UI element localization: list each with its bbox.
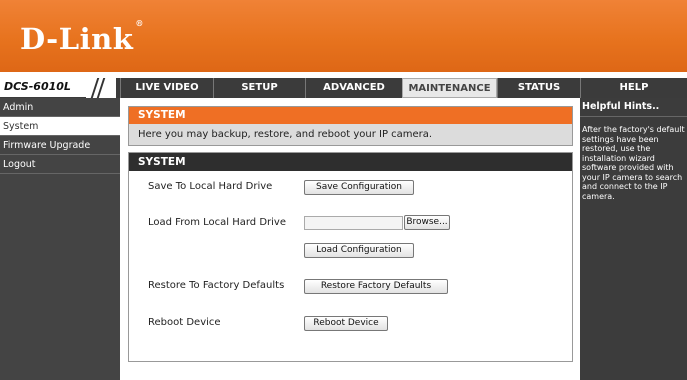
- save-configuration-button[interactable]: Save Configuration: [304, 180, 414, 195]
- tab-advanced[interactable]: ADVANCED: [305, 78, 402, 98]
- load-configuration-button[interactable]: Load Configuration: [304, 243, 414, 258]
- sidebar-item-firmware-upgrade[interactable]: Firmware Upgrade: [0, 136, 120, 155]
- reboot-label: Reboot Device: [148, 317, 221, 328]
- system-intro-box: SYSTEM Here you may backup, restore, and…: [128, 106, 573, 146]
- dlink-logo: D-Link ®: [20, 18, 144, 56]
- tab-setup[interactable]: SETUP: [213, 78, 305, 98]
- hints-text: After the factory's default settings hav…: [582, 125, 685, 201]
- main-content: SYSTEM Here you may backup, restore, and…: [120, 98, 580, 380]
- hints-title: Helpful Hints..: [580, 98, 687, 117]
- sidebar-item-system[interactable]: System: [0, 117, 120, 136]
- load-label: Load From Local Hard Drive: [148, 217, 286, 228]
- tab-help[interactable]: HELP: [580, 78, 687, 98]
- brand-header: D-Link ®: [0, 0, 687, 72]
- system-panel: SYSTEM Save To Local Hard Drive Save Con…: [128, 152, 573, 362]
- trademark-mark: ®: [135, 18, 144, 28]
- config-file-input[interactable]: [304, 216, 403, 230]
- browse-button[interactable]: Browse...: [404, 215, 450, 230]
- section-title: SYSTEM: [129, 107, 572, 124]
- slash-divider-icon: [86, 78, 116, 98]
- save-label: Save To Local Hard Drive: [148, 181, 273, 192]
- panel-title: SYSTEM: [129, 153, 572, 171]
- reboot-device-button[interactable]: Reboot Device: [304, 316, 388, 331]
- helpful-hints-panel: Helpful Hints.. After the factory's defa…: [580, 98, 687, 380]
- restore-factory-defaults-button[interactable]: Restore Factory Defaults: [304, 279, 448, 294]
- tab-maintenance[interactable]: MAINTENANCE: [402, 78, 497, 98]
- tab-live-video[interactable]: LIVE VIDEO: [120, 78, 213, 98]
- sidebar-item-logout[interactable]: Logout: [0, 155, 120, 174]
- tab-status[interactable]: STATUS: [497, 78, 580, 98]
- section-description: Here you may backup, restore, and reboot…: [129, 124, 572, 145]
- restore-label: Restore To Factory Defaults: [148, 280, 285, 291]
- sidebar-item-admin[interactable]: Admin: [0, 98, 120, 117]
- sidebar: Admin System Firmware Upgrade Logout: [0, 98, 120, 380]
